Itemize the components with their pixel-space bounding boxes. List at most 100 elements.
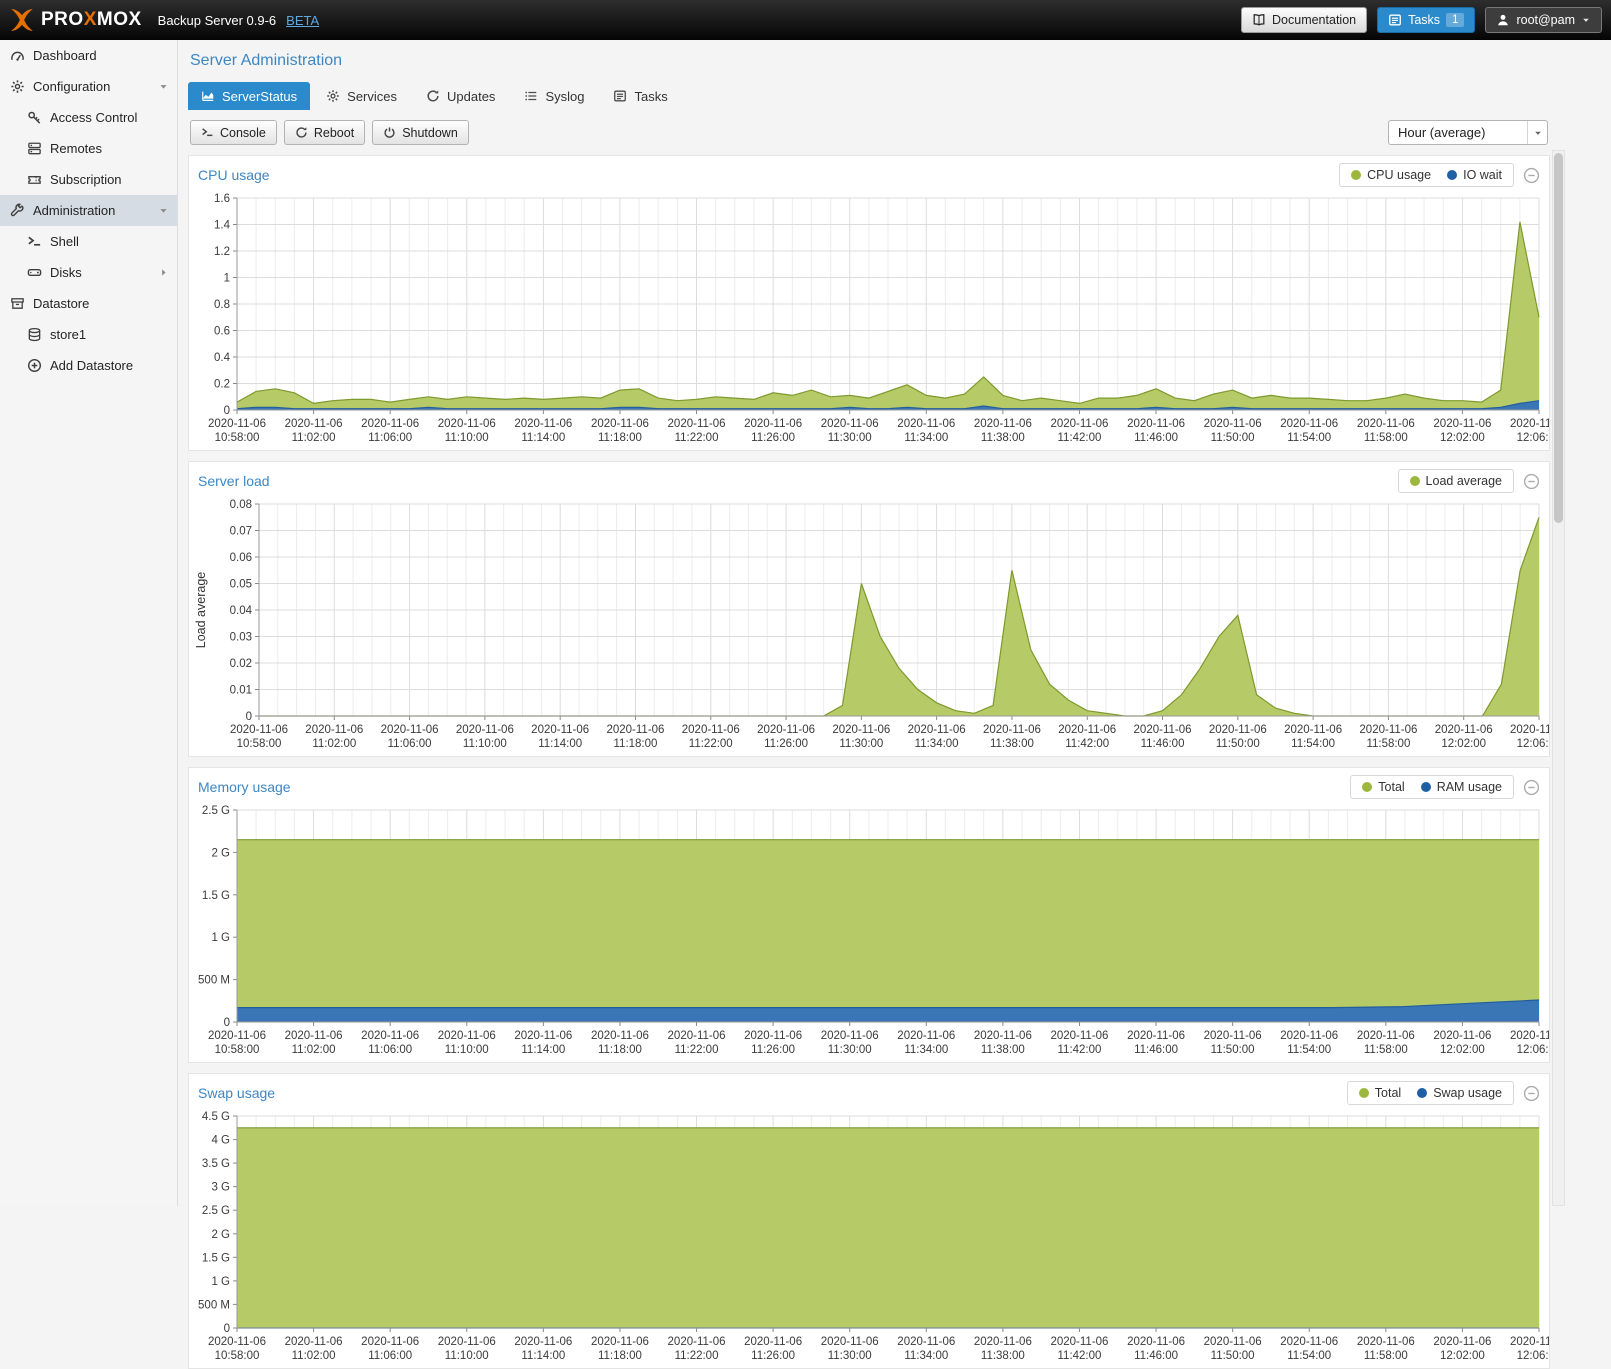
svg-text:2020-11-06: 2020-11-06 <box>514 418 572 430</box>
svg-text:12:06:00: 12:06:00 <box>1517 1044 1549 1056</box>
svg-text:2020-11-06: 2020-11-06 <box>832 724 890 736</box>
svg-text:0.03: 0.03 <box>230 632 252 644</box>
page-title: Server Administration <box>190 52 1550 70</box>
svg-text:2020-11-06: 2020-11-06 <box>591 1030 649 1042</box>
svg-text:11:50:00: 11:50:00 <box>1216 738 1260 750</box>
svg-text:11:54:00: 11:54:00 <box>1287 1044 1331 1056</box>
legend-item: Total <box>1359 1086 1401 1100</box>
svg-text:2020-11-06: 2020-11-06 <box>1127 1030 1185 1042</box>
svg-text:2020-11-06: 2020-11-06 <box>744 1336 802 1348</box>
sidebar-item-store1[interactable]: store1 <box>0 319 177 350</box>
sidebar-item-access-control[interactable]: Access Control <box>0 102 177 133</box>
svg-text:2020-11-06: 2020-11-06 <box>230 724 288 736</box>
svg-text:2020-11-06: 2020-11-06 <box>606 724 664 736</box>
tasks-badge: 1 <box>1446 13 1464 27</box>
tab-serverstatus[interactable]: ServerStatus <box>188 82 310 110</box>
scrollbar-thumb[interactable] <box>1554 153 1563 523</box>
documentation-button[interactable]: Documentation <box>1241 7 1367 33</box>
sidebar-item-label: Disks <box>50 265 82 280</box>
svg-text:11:42:00: 11:42:00 <box>1058 1044 1102 1056</box>
svg-text:0.05: 0.05 <box>230 579 252 591</box>
user-menu-button[interactable]: root@pam <box>1485 7 1602 33</box>
tab-tasks[interactable]: Tasks <box>600 82 680 110</box>
chart-legend: CPU usage IO wait <box>1339 163 1514 187</box>
sidebar-item-label: Datastore <box>33 296 89 311</box>
tasks-button[interactable]: Tasks 1 <box>1377 7 1475 33</box>
sidebar-item-label: Subscription <box>50 172 122 187</box>
svg-text:2020-11-06: 2020-11-06 <box>897 1336 955 1348</box>
svg-text:0.02: 0.02 <box>230 658 252 670</box>
svg-text:2020-11-06: 2020-11-06 <box>1058 724 1116 736</box>
server-load-panel: Server load Load average 00.010.020.030.… <box>188 461 1550 757</box>
sidebar-item-disks[interactable]: Disks <box>0 257 177 288</box>
svg-text:1 G: 1 G <box>211 932 230 944</box>
legend-dot <box>1417 1088 1427 1098</box>
svg-text:2020-11-06: 2020-11-06 <box>1510 1336 1549 1348</box>
collapse-chart-icon[interactable] <box>1523 779 1540 796</box>
wrench-icon <box>10 203 25 218</box>
collapse-chart-icon[interactable] <box>1523 473 1540 490</box>
sidebar-item-subscription[interactable]: Subscription <box>0 164 177 195</box>
svg-text:2020-11-06: 2020-11-06 <box>1209 724 1267 736</box>
tab-services[interactable]: Services <box>313 82 410 110</box>
svg-text:2020-11-06: 2020-11-06 <box>1357 1336 1415 1348</box>
svg-text:2020-11-06: 2020-11-06 <box>1280 418 1338 430</box>
sidebar-item-administration[interactable]: Administration <box>0 195 177 226</box>
svg-text:0.06: 0.06 <box>230 552 252 564</box>
svg-text:11:58:00: 11:58:00 <box>1364 1044 1408 1056</box>
main-content: Server Administration ServerStatus Servi… <box>178 40 1611 1206</box>
sidebar-item-add-datastore[interactable]: Add Datastore <box>0 350 177 381</box>
svg-text:11:34:00: 11:34:00 <box>904 1350 948 1362</box>
svg-text:2020-11-06: 2020-11-06 <box>305 724 363 736</box>
tab-updates[interactable]: Updates <box>413 82 508 110</box>
console-button[interactable]: Console <box>190 120 277 145</box>
sidebar-item-datastore[interactable]: Datastore <box>0 288 177 319</box>
refresh-icon <box>426 89 440 103</box>
collapse-caret-icon[interactable] <box>158 81 169 92</box>
beta-link[interactable]: BETA <box>286 13 319 28</box>
svg-text:11:30:00: 11:30:00 <box>839 738 883 750</box>
sidebar-item-label: Remotes <box>50 141 102 156</box>
svg-text:2020-11-06: 2020-11-06 <box>757 724 815 736</box>
svg-text:12:02:00: 12:02:00 <box>1440 432 1485 444</box>
sidebar-item-remotes[interactable]: Remotes <box>0 133 177 164</box>
sidebar: Dashboard Configuration Access Control R… <box>0 40 178 1206</box>
expand-caret-icon[interactable] <box>158 267 169 278</box>
collapse-chart-icon[interactable] <box>1523 1085 1540 1102</box>
svg-text:11:30:00: 11:30:00 <box>828 1350 872 1362</box>
shutdown-button[interactable]: Shutdown <box>372 120 469 145</box>
svg-text:2020-11-06: 2020-11-06 <box>361 1336 419 1348</box>
terminal-icon <box>201 126 214 139</box>
timeframe-select[interactable]: Hour (average) <box>1388 120 1548 145</box>
svg-text:2020-11-06: 2020-11-06 <box>1127 1336 1185 1348</box>
reboot-button[interactable]: Reboot <box>284 120 365 145</box>
svg-text:2020-11-06: 2020-11-06 <box>821 1030 879 1042</box>
svg-text:2020-11-06: 2020-11-06 <box>1204 418 1262 430</box>
chart-legend: Total RAM usage <box>1350 775 1514 799</box>
svg-text:11:58:00: 11:58:00 <box>1366 738 1410 750</box>
collapse-caret-icon[interactable] <box>158 205 169 216</box>
product-version: Backup Server 0.9-6 <box>158 13 277 28</box>
sidebar-item-shell[interactable]: Shell <box>0 226 177 257</box>
svg-text:0: 0 <box>246 711 252 723</box>
sidebar-item-configuration[interactable]: Configuration <box>0 71 177 102</box>
proxmox-wordmark: PROXMOX <box>41 9 142 31</box>
tab-syslog[interactable]: Syslog <box>511 82 597 110</box>
svg-text:2020-11-06: 2020-11-06 <box>668 1336 726 1348</box>
svg-text:10:58:00: 10:58:00 <box>215 1044 260 1056</box>
caret-down-icon <box>1527 121 1547 144</box>
collapse-chart-icon[interactable] <box>1523 167 1540 184</box>
svg-text:11:46:00: 11:46:00 <box>1134 1044 1178 1056</box>
svg-text:2020-11-06: 2020-11-06 <box>668 1030 726 1042</box>
vertical-scrollbar[interactable] <box>1552 150 1565 1206</box>
shutdown-label: Shutdown <box>402 126 458 140</box>
legend-dot <box>1359 1088 1369 1098</box>
svg-text:0.4: 0.4 <box>214 352 231 364</box>
svg-text:11:10:00: 11:10:00 <box>445 432 489 444</box>
svg-text:1.5 G: 1.5 G <box>202 890 230 902</box>
server-icon <box>27 141 42 156</box>
svg-text:1.5 G: 1.5 G <box>202 1252 230 1264</box>
svg-text:2020-11-06: 2020-11-06 <box>668 418 726 430</box>
sidebar-item-dashboard[interactable]: Dashboard <box>0 40 177 71</box>
svg-text:2020-11-06: 2020-11-06 <box>744 1030 802 1042</box>
